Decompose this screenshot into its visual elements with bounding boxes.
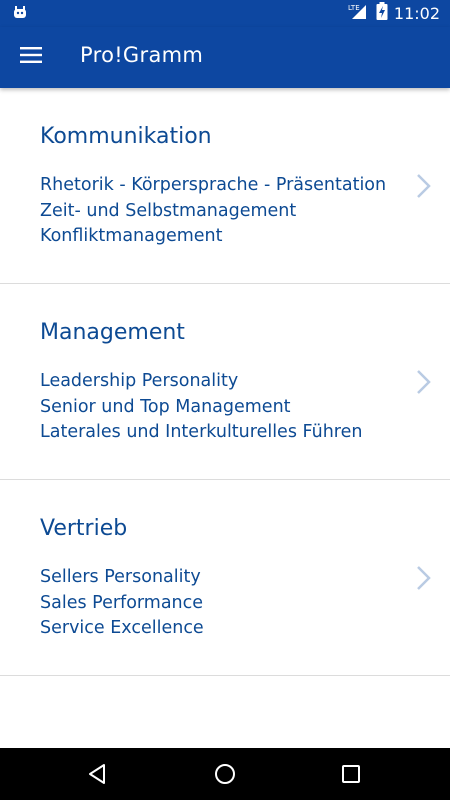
home-icon[interactable] — [213, 762, 237, 786]
list-item: Zeit- und Selbstmanagement — [40, 200, 297, 221]
list-item: Rhetorik - Körpersprache - Präsentation — [40, 175, 387, 195]
list-item: Konfliktmanagement — [40, 226, 223, 246]
android-debug-icon — [12, 4, 28, 20]
list-item: Sellers Personality — [40, 567, 201, 587]
section-item-list: Rhetorik - Körpersprache - Präsentation … — [40, 173, 386, 250]
chevron-right-icon — [414, 368, 434, 396]
list-item: Sales Performance — [40, 592, 204, 613]
section-title: Vertrieb — [40, 516, 128, 541]
section-item-list: Leadership Personality Senior und Top Ma… — [40, 369, 362, 446]
status-bar: LTE 11:02 — [0, 0, 450, 27]
recent-apps-icon[interactable] — [339, 762, 363, 786]
chevron-right-icon — [414, 564, 434, 592]
section-item-list: Sellers Personality Sales Performance Se… — [40, 565, 204, 642]
lte-signal-icon: LTE — [348, 2, 370, 24]
app-title: Pro!Gramm — [80, 43, 204, 67]
section-management[interactable]: Management Leadership Personality Senior… — [0, 284, 450, 480]
lte-label: LTE — [348, 4, 360, 12]
menu-button[interactable] — [14, 40, 48, 74]
hamburger-menu-icon — [20, 47, 42, 67]
section-kommunikation[interactable]: Kommunikation Rhetorik - Körpersprache -… — [0, 88, 450, 284]
chevron-right-icon — [414, 172, 434, 200]
status-time: 11:02 — [393, 3, 440, 23]
category-list: Kommunikation Rhetorik - Körpersprache -… — [0, 88, 450, 748]
list-item: Senior und Top Management — [40, 396, 291, 417]
app-bar: Pro!Gramm — [0, 27, 450, 88]
back-icon[interactable] — [86, 762, 110, 786]
list-item: Leadership Personality — [40, 371, 239, 391]
section-vertrieb[interactable]: Vertrieb Sellers Personality Sales Perfo… — [0, 480, 450, 676]
system-nav-bar — [0, 748, 450, 800]
section-title: Kommunikation — [40, 124, 212, 149]
battery-charging-icon — [376, 2, 388, 24]
section-title: Management — [40, 320, 185, 345]
list-item: Service Excellence — [40, 618, 204, 638]
list-item: Laterales und Interkulturelles Führen — [40, 422, 363, 442]
